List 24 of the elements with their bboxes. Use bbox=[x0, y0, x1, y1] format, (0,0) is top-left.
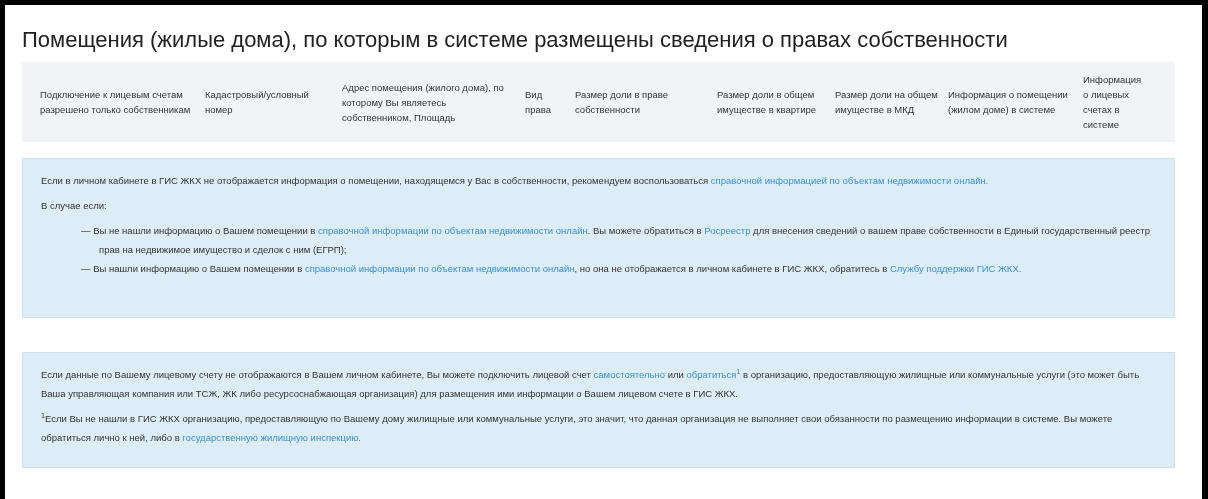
column-header: Информация о лицевых счетах в системе bbox=[1083, 73, 1143, 132]
column-header: Подключение к лицевым счетам разрешено только собственникам bbox=[40, 88, 192, 117]
column-header: Размер доли на общем имуществе в МКД bbox=[835, 88, 939, 117]
list-item-text: — Вы нашли информацию о Вашем помещении в справочной информации по объектам недвижимости онлайн, но она не отображается в личном кабинете в ГИС ЖКХ, обратитесь в Службу поддержки ГИС ЖКХ. bbox=[80, 262, 1023, 276]
column-header: Вид права bbox=[525, 88, 552, 117]
page-title: Помещения (жилые дома), по которым в системе размещены сведения о правах собственности bbox=[22, 27, 1009, 53]
text-link[interactable]: Росреестр bbox=[704, 225, 751, 236]
column-header: Кадастровый/условный номер bbox=[205, 88, 310, 117]
text-link[interactable]: самостоятельно bbox=[593, 369, 666, 380]
text-link[interactable]: государственную жилищную инспекцию. bbox=[182, 432, 361, 443]
column-header: Адрес помещения (жилого дома), по которому Вы являетесь собственником, Площадь bbox=[342, 80, 505, 125]
column-header: Размер доли в общем имуществе в квартире bbox=[717, 88, 818, 117]
text-link[interactable]: справочной информацией по объектам недвижимости онлайн. bbox=[710, 175, 989, 186]
text-link[interactable]: обратиться$^{1}$ bbox=[686, 369, 741, 380]
column-header: Информация о помещении (жилом доме) в системе bbox=[948, 88, 1069, 117]
text-link[interactable]: Службу поддержки ГИС ЖКХ. bbox=[889, 263, 1022, 274]
column-header: Размер доли в праве собственности bbox=[575, 88, 670, 117]
paragraph-text: Если в личном кабинете в ГИС ЖКХ не отображается информация о помещении, находящемся у Вас в собственности, рекомендуем воспользоваться справочной информацией по объектам недвижимости онлайн. bbox=[41, 174, 990, 188]
text-link[interactable]: справочной информации по объектам недвижимости онлайн bbox=[304, 263, 575, 274]
paragraph-text: $^{1}$Если Вы не нашли в ГИС ЖКХ организацию, предоставляющую по Вашему дому жилищные или коммунальные услуги, это значит, что данная организация не выполняет свои обязанности по размещению информации в системе. Вы можете обратиться лично к ней, либо в государственную жилищную инспекцию. bbox=[41, 411, 1114, 445]
list-item-text: — Вы не нашли информацию о Вашем помещении в справочной информации по объектам недвижимости онлайн. Вы можете обратиться в Росреестр для внесения сведений о вашем праве собственности в Единый государственный реестр прав на недвижимое имущество и сделок с ним (ЕГРП); bbox=[80, 224, 1151, 257]
paragraph-text: Если данные по Вашему лицевому счету не отображаются в Вашем личном кабинете, Вы можете подключить лицевой счет самостоятельно или обратиться$^{1}$ в организацию, предоставляющую жилищные или коммунальные услуги (это может быть Ваша управляющая компания или ТСЖ, ЖК либо ресурсоснабжающая организация) для размещения ими информации о Вашем лицевом счете в ГИС ЖКХ. bbox=[41, 367, 1141, 401]
paragraph-text: В случае если: bbox=[41, 199, 108, 213]
text-link[interactable]: справочной информации по объектам недвижимости онлайн bbox=[318, 225, 588, 236]
